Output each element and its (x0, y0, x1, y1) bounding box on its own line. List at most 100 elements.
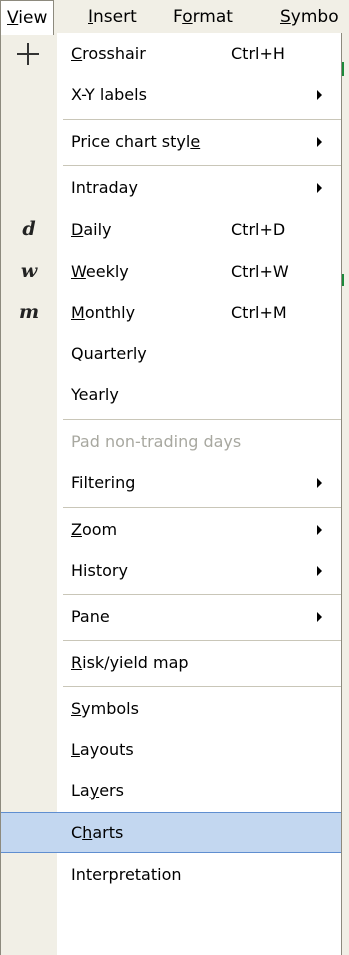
menu-item-label: Daily (71, 209, 112, 250)
crosshair-icon (17, 43, 39, 65)
menu-item-label: Monthly (71, 292, 135, 333)
submenu-arrow-icon (317, 566, 322, 576)
daily-icon: d (22, 218, 36, 240)
menu-item-shortcut: Ctrl+H (231, 44, 285, 63)
menu-separator (63, 119, 341, 120)
label-rest: eekly (85, 262, 129, 281)
menubar-format[interactable]: Format (167, 0, 239, 34)
menu-item-monthly[interactable]: m Monthly Ctrl+M (1, 292, 341, 333)
menu-item-weekly[interactable]: w Weekly Ctrl+W (1, 251, 341, 292)
menu-item-shortcut: Ctrl+D (231, 220, 286, 239)
menu-item-label: Crosshair (71, 33, 146, 74)
submenu-arrow-icon (317, 478, 322, 488)
mnemonic-letter: M (71, 303, 85, 322)
menubar-view-rest: iew (18, 8, 48, 28)
menu-item-label: Weekly (71, 251, 129, 292)
menu-item-intraday[interactable]: Intraday (1, 167, 341, 208)
label-rest: arts (92, 823, 124, 842)
view-menu-dropdown: Crosshair Ctrl+H X-Y labels Price chart … (0, 33, 342, 955)
menu-item-interpretation[interactable]: Interpretation (1, 854, 341, 895)
menu-item-filtering[interactable]: Filtering (1, 462, 341, 503)
label-rest: aily (83, 220, 112, 239)
chart-tick (342, 62, 344, 76)
menubar-symbols-rest: ymbo (290, 7, 339, 27)
menu-item-label: Intraday (71, 178, 138, 197)
menubar-view-mnemonic: V (7, 8, 19, 28)
monthly-icon: m (18, 301, 40, 323)
submenu-arrow-icon (317, 137, 322, 147)
submenu-arrow-icon (317, 90, 322, 100)
menubar-symbols-mnemonic: S (280, 7, 291, 27)
menu-item-label: Price chart style (71, 121, 200, 162)
menu-item-label: X-Y labels (71, 85, 147, 104)
menu-item-yearly[interactable]: Yearly (1, 374, 341, 415)
menu-separator (63, 686, 341, 687)
menu-item-label: Charts (71, 813, 123, 854)
menu-item-label: Pad non-trading days (71, 432, 242, 451)
mnemonic-letter: D (71, 220, 84, 239)
menu-separator (63, 419, 341, 420)
menu-item-label: Filtering (71, 473, 136, 492)
menu-item-label: Zoom (71, 509, 117, 550)
menu-item-history[interactable]: History (1, 550, 341, 591)
menu-item-layouts[interactable]: Layouts (1, 729, 341, 770)
menu-item-symbols[interactable]: Symbols (1, 688, 341, 729)
menu-item-risk-yield-map[interactable]: Risk/yield map (1, 642, 341, 683)
weekly-icon: w (20, 260, 38, 282)
menu-separator (63, 640, 341, 641)
menu-item-quarterly[interactable]: Quarterly (1, 333, 341, 374)
menubar-insert-rest: nsert (93, 7, 137, 27)
menu-item-label: Risk/yield map (71, 642, 189, 683)
menubar-insert[interactable]: Insert (82, 0, 143, 34)
menu-item-label: Layers (71, 770, 124, 811)
menu-item-label: History (71, 561, 128, 580)
menu-item-price-chart-style[interactable]: Price chart style (1, 121, 341, 162)
menu-item-shortcut: Ctrl+M (231, 303, 287, 322)
label-rest: isk/yield map (82, 653, 189, 672)
menu-item-charts[interactable]: Charts (1, 812, 341, 853)
label-rest: ayouts (79, 740, 134, 759)
menu-item-label: Pane (71, 607, 110, 626)
mnemonic-letter: Z (71, 520, 82, 539)
menubar-format-mnemonic: o (182, 7, 193, 27)
menu-bar: View Insert Format Symbo (0, 0, 349, 35)
mnemonic-letter: h (82, 823, 93, 842)
menu-item-daily[interactable]: d Daily Ctrl+D (1, 209, 341, 250)
menu-item-shortcut: Ctrl+W (231, 262, 289, 281)
label-rest: ers (99, 781, 124, 800)
menu-separator (63, 165, 341, 166)
chart-tick (342, 274, 344, 286)
menubar-view[interactable]: View (0, 0, 55, 35)
application-window: View Insert Format Symbo Crosshair Ctrl+… (0, 0, 349, 955)
submenu-arrow-icon (317, 612, 322, 622)
menu-item-label: Yearly (71, 385, 119, 404)
label-rest: onthly (84, 303, 136, 322)
background-chart-edge (341, 34, 349, 955)
menu-item-xy-labels[interactable]: X-Y labels (1, 74, 341, 115)
menubar-format-rest: rmat (192, 7, 233, 27)
menu-item-pad-non-trading-days: Pad non-trading days (1, 421, 341, 462)
mnemonic-letter: S (71, 699, 82, 718)
label-rest: rosshair (82, 44, 146, 63)
menubar-format-first: F (173, 7, 183, 27)
mnemonic-letter: L (71, 740, 80, 759)
label-start: Price chart styl (71, 132, 191, 151)
mnemonic-letter: W (71, 262, 86, 281)
label-start: C (71, 823, 83, 842)
menu-item-layers[interactable]: Layers (1, 770, 341, 811)
submenu-arrow-icon (317, 525, 322, 535)
label-start: La (71, 781, 90, 800)
label-rest: ymbols (81, 699, 139, 718)
submenu-arrow-icon (317, 183, 322, 193)
mnemonic-letter: R (71, 653, 83, 672)
label-rest: oom (81, 520, 118, 539)
menu-separator (63, 507, 341, 508)
menu-item-label: Quarterly (71, 344, 147, 363)
menu-item-crosshair[interactable]: Crosshair Ctrl+H (1, 33, 341, 74)
mnemonic-letter: e (190, 132, 201, 151)
menu-item-label: Interpretation (71, 865, 182, 884)
menu-item-pane[interactable]: Pane (1, 596, 341, 637)
menubar-symbols[interactable]: Symbo (274, 0, 345, 34)
menu-item-zoom[interactable]: Zoom (1, 509, 341, 550)
menu-item-label: Symbols (71, 688, 139, 729)
